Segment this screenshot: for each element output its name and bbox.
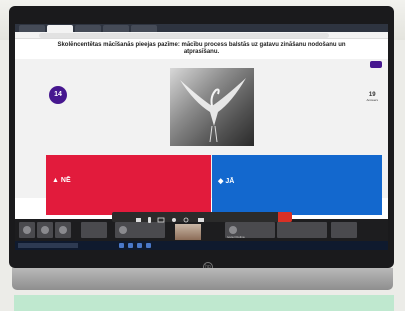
address-bar (15, 32, 388, 39)
diamond-icon: ◆ (218, 178, 224, 185)
taskbar-app-icon[interactable] (119, 243, 124, 248)
participant-tile[interactable] (19, 222, 35, 238)
taskbar-search[interactable] (18, 243, 78, 248)
participant-tile[interactable] (277, 222, 327, 238)
participant-tile[interactable] (331, 222, 357, 238)
answers-label: Answers (366, 98, 378, 102)
answer-option-blue[interactable]: ◆ JĀ (212, 155, 382, 215)
url-input[interactable] (39, 33, 329, 38)
taskbar-app-icon[interactable] (128, 243, 133, 248)
answer-blue-label: ◆ JĀ (218, 178, 235, 185)
participant-tile[interactable] (55, 222, 71, 238)
crane-bird-image (180, 78, 246, 143)
participant-tile[interactable] (81, 222, 107, 238)
meeting-toolbar (112, 212, 292, 223)
camera-icon (136, 218, 141, 222)
end-call-button[interactable] (278, 212, 292, 222)
photo-scene: Skolēncentētas mācīšanās pieejas pazīme:… (0, 0, 405, 311)
browser-tab-bar (15, 24, 388, 32)
mic-icon (148, 217, 151, 223)
windows-taskbar (15, 241, 388, 250)
question-image (170, 68, 254, 146)
more-options-icon (183, 217, 189, 223)
green-table-edge (14, 295, 394, 311)
browser-tab[interactable] (75, 25, 101, 32)
next-button[interactable] (370, 61, 382, 68)
countdown-timer: 14 (49, 86, 67, 104)
reactions-icon (172, 218, 176, 222)
triangle-icon: ▲ (52, 177, 59, 184)
taskbar-app-icon[interactable] (146, 243, 151, 248)
answers-counter: 19 Answers (366, 92, 378, 102)
laptop-screen: Skolēncentētas mācīšanās pieejas pazīme:… (15, 24, 388, 250)
toolbar-icons (136, 217, 204, 223)
browser-tab[interactable] (19, 25, 45, 32)
participant-video[interactable] (175, 224, 201, 240)
browser-tab-active[interactable] (47, 25, 73, 32)
laptop-base (12, 268, 393, 290)
self-name-label: Iveta Ozolina (227, 235, 245, 239)
taskbar-app-icon[interactable] (137, 243, 142, 248)
answer-option-red[interactable]: ▲ NĒ (46, 155, 211, 215)
question-text: Skolēncentētas mācīšanās pieejas pazīme:… (15, 39, 388, 59)
browser-tab[interactable] (103, 25, 129, 32)
participant-tile[interactable] (37, 222, 53, 238)
chat-icon (198, 218, 204, 222)
answer-red-label: ▲ NĒ (52, 177, 71, 184)
browser-tab[interactable] (131, 25, 157, 32)
share-screen-icon (157, 217, 165, 223)
